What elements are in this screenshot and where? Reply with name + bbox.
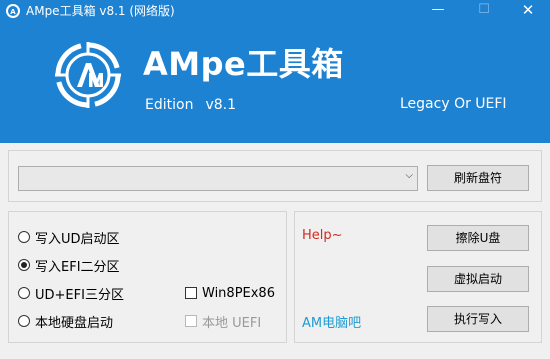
edition-label: Edition — [145, 97, 194, 113]
checkbox-win8pe-x86[interactable]: Win8PEx86 — [185, 284, 275, 302]
execute-write-button[interactable]: 执行写入 — [427, 306, 529, 332]
app-logo-icon: A — [6, 4, 20, 18]
close-button[interactable]: ✕ — [508, 0, 548, 22]
radio-label: 写入UD启动区 — [35, 231, 120, 247]
virtual-boot-button[interactable]: 虚拟启动 — [427, 266, 529, 292]
radio-icon[interactable] — [18, 287, 30, 299]
brand-logo-icon — [55, 42, 121, 108]
radio-icon[interactable] — [18, 315, 30, 327]
radio-ud-efi-three-partition[interactable]: UD+EFI三分区 — [18, 284, 124, 303]
radio-label: UD+EFI三分区 — [35, 287, 124, 303]
checkbox-icon[interactable] — [185, 287, 197, 299]
checkbox-label: Win8PEx86 — [202, 285, 275, 301]
am-forum-link[interactable]: AM电脑吧 — [302, 312, 361, 331]
radio-label: 写入EFI二分区 — [35, 259, 120, 275]
help-link[interactable]: Help~ — [302, 228, 343, 243]
radio-selected-icon[interactable] — [18, 259, 30, 271]
checkbox-disabled-icon — [185, 315, 197, 327]
boot-mode-label: Legacy Or UEFI — [400, 96, 507, 112]
checkbox-label: 本地 UEFI — [202, 315, 262, 331]
radio-local-disk-boot[interactable]: 本地硬盘启动 — [18, 312, 114, 331]
edition-info: Edition v8.1 — [145, 96, 236, 114]
checkbox-local-uefi: 本地 UEFI — [185, 312, 262, 331]
radio-write-efi-two-partition[interactable]: 写入EFI二分区 — [18, 256, 120, 275]
title-bar: A AMpe工具箱 v8.1 (网络版) — ☐ ✕ — [0, 0, 550, 22]
maximize-button[interactable]: ☐ — [464, 0, 504, 22]
radio-label: 本地硬盘启动 — [35, 315, 114, 331]
disk-select-dropdown[interactable]: ⌵ — [18, 166, 418, 191]
window-title: AMpe工具箱 v8.1 (网络版) — [26, 4, 175, 18]
minimize-button[interactable]: — — [418, 0, 458, 22]
chevron-down-icon[interactable]: ⌵ — [405, 170, 413, 181]
refresh-drives-button[interactable]: 刷新盘符 — [427, 165, 529, 191]
version-label: v8.1 — [205, 97, 237, 113]
erase-usb-button[interactable]: 擦除U盘 — [427, 225, 529, 251]
radio-write-ud[interactable]: 写入UD启动区 — [18, 228, 120, 247]
header-banner: AMpe工具箱 Edition v8.1 Legacy Or UEFI — [0, 22, 550, 143]
radio-icon[interactable] — [18, 231, 30, 243]
svg-text:A: A — [10, 8, 16, 16]
brand-name: AMpe工具箱 — [143, 45, 344, 83]
